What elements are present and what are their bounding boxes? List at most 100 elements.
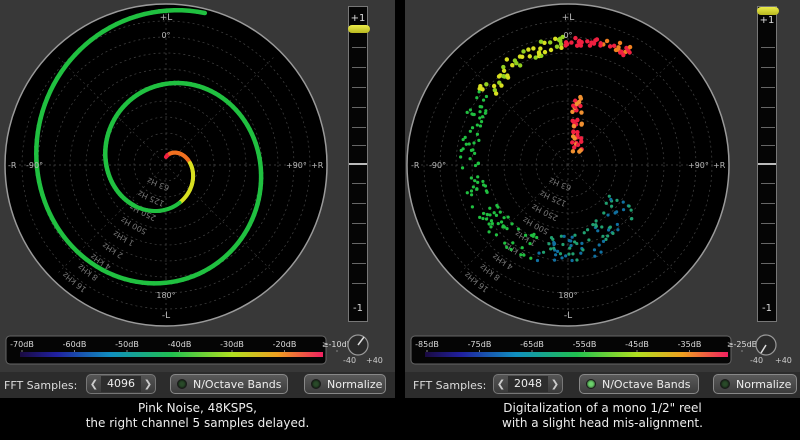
trace-point	[494, 233, 499, 237]
trace-point	[512, 58, 518, 63]
trace-point	[621, 200, 625, 204]
left-analyzer-panel: 63 Hz 125 Hz 250 Hz 500 Hz 1 kHz 2 kHz 4 kHz 8 …	[0, 0, 395, 398]
trace-point	[472, 112, 476, 117]
trace-point	[609, 204, 614, 208]
chevron-right-icon[interactable]: ❯	[141, 379, 155, 390]
level-scale-label: -60dB	[63, 340, 87, 349]
trace-point	[572, 145, 577, 150]
right-meter-top-label: +1	[759, 15, 775, 26]
chevron-right-icon[interactable]: ❯	[548, 379, 562, 390]
level-scale-label: -20dB	[273, 340, 297, 349]
left-meter-indicator[interactable]	[348, 25, 370, 33]
trace-point	[501, 64, 506, 70]
trace-point	[472, 141, 476, 145]
trace-point	[485, 190, 489, 194]
trace-point	[585, 228, 590, 232]
left-left-angle-label: -90°	[26, 161, 43, 170]
trace-point	[479, 120, 484, 124]
level-scale-label: -40dB	[168, 340, 192, 349]
left-caption: Pink Noise, 48KSPS, the right channel 5 …	[0, 401, 395, 431]
trace-point	[547, 242, 551, 246]
trace-point	[597, 243, 601, 247]
trace-point	[478, 110, 482, 114]
trace-point	[470, 205, 474, 209]
left-bottom-angle-label: 180°	[156, 291, 175, 300]
trace-point	[615, 210, 619, 214]
right-meter-indicator[interactable]	[757, 7, 779, 15]
left-knob-min-label: -40	[343, 356, 357, 365]
right-gain-knob-icon[interactable]	[755, 334, 777, 356]
trace-point	[593, 38, 598, 43]
trace-point	[552, 246, 556, 250]
right-level-gradient	[425, 352, 728, 357]
trace-point	[469, 176, 473, 180]
trace-point	[489, 225, 493, 229]
trace-point	[607, 194, 611, 198]
trace-point	[569, 40, 574, 45]
left-stage: 63 Hz125 Hz250 Hz500 Hz1 kHz2 kHz4 kHz8 …	[4, 3, 369, 365]
right-caption-line1: Digitalization of a mono 1/2" reel	[503, 401, 702, 415]
trace-point	[574, 43, 580, 48]
trace-point	[517, 54, 523, 59]
trace-point	[630, 216, 634, 221]
right-correlation-meter: +1 -1	[757, 6, 779, 322]
right-fft-samples-stepper[interactable]: ❮ 2048 ❯	[493, 374, 563, 394]
trace-point	[468, 108, 472, 112]
trace-point	[483, 184, 488, 188]
trace-point	[570, 134, 576, 139]
trace-point	[609, 197, 613, 202]
level-scale-label: -70dB	[10, 340, 34, 349]
trace-point	[536, 51, 542, 56]
level-scale-label: -75dB	[468, 340, 492, 349]
trace-point	[537, 251, 541, 255]
trace-point	[521, 49, 526, 54]
trace-point	[570, 149, 576, 154]
left-top-angle-label: 0°	[161, 31, 170, 40]
trace-point	[480, 105, 484, 109]
trace-point	[551, 237, 555, 241]
trace-point	[585, 39, 590, 44]
trace-point	[468, 129, 472, 133]
right-octave-bands-button[interactable]: N/Octave Bands	[579, 374, 699, 394]
trace-point	[593, 254, 597, 258]
trace-point	[481, 115, 485, 119]
trace-point	[591, 223, 595, 227]
trace-point	[465, 110, 469, 115]
trace-point	[547, 40, 553, 45]
left-normalize-button[interactable]: Normalize	[304, 374, 386, 394]
trace-point	[502, 216, 506, 220]
level-scale-label: -35dB	[678, 340, 702, 349]
trace-point	[461, 137, 465, 142]
trace-point	[608, 225, 612, 229]
trace-point	[581, 248, 585, 252]
chevron-left-icon[interactable]: ❮	[87, 379, 101, 390]
trace-point	[618, 50, 623, 55]
trace-point	[613, 47, 619, 53]
chevron-left-icon[interactable]: ❮	[494, 379, 508, 390]
led-indicator-icon	[720, 379, 730, 389]
left-octave-bands-button[interactable]: N/Octave Bands	[170, 374, 288, 394]
trace-point	[616, 228, 620, 232]
level-scale-label: -45dB	[625, 340, 649, 349]
right-normalize-button[interactable]: Normalize	[713, 374, 797, 394]
trace-point	[606, 213, 610, 217]
left-right-angle-label: +90°	[286, 161, 307, 170]
trace-point	[501, 68, 507, 73]
trace-point	[556, 249, 560, 253]
trace-point	[573, 233, 577, 237]
trace-point	[526, 47, 531, 52]
trace-point	[606, 228, 611, 232]
right-meter-center-mark	[758, 163, 776, 165]
left-fft-samples-stepper[interactable]: ❮ 4096 ❯	[86, 374, 156, 394]
right-knob-min-label: -40	[750, 356, 764, 365]
trace-point	[484, 94, 489, 99]
trace-point	[485, 212, 489, 217]
trace-point	[617, 40, 623, 46]
trace-point	[558, 252, 563, 256]
left-gain-knob-icon[interactable]	[347, 334, 369, 356]
trace-point	[481, 98, 486, 102]
trace-point	[629, 208, 633, 212]
left-level-gradient	[20, 352, 323, 357]
trace-point	[469, 189, 474, 193]
trace-point	[473, 179, 477, 183]
